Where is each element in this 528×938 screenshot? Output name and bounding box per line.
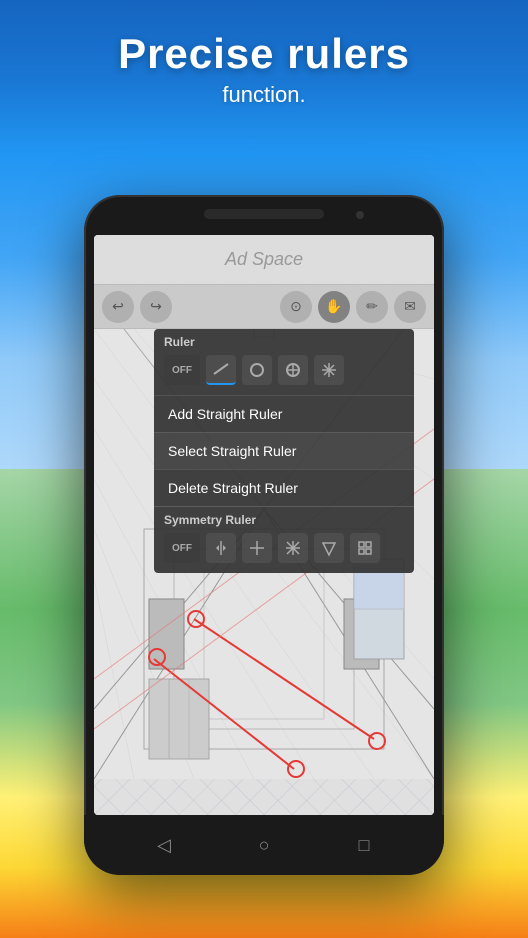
ellipse-ruler-icon-btn[interactable] bbox=[278, 355, 308, 385]
sym-mirror-btn[interactable] bbox=[206, 533, 236, 563]
symmetry-section: Symmetry Ruler OFF bbox=[154, 506, 414, 573]
page-subtitle: function. bbox=[0, 82, 528, 108]
nav-home-button[interactable]: ○ bbox=[246, 827, 282, 863]
hand-button[interactable]: ✋ bbox=[318, 291, 350, 323]
phone-screen: Ad Space ↩ ↪ ⊙ ✋ ✏ ✉ Ruler OFF bbox=[94, 235, 434, 815]
nav-recent-button[interactable]: □ bbox=[346, 827, 382, 863]
phone-frame: Ad Space ↩ ↪ ⊙ ✋ ✏ ✉ Ruler OFF bbox=[84, 195, 444, 875]
screen-content: Ad Space ↩ ↪ ⊙ ✋ ✏ ✉ Ruler OFF bbox=[94, 235, 434, 815]
phone-top-bar bbox=[204, 209, 324, 219]
sym-grid-btn[interactable] bbox=[350, 533, 380, 563]
add-straight-ruler-item[interactable]: Add Straight Ruler bbox=[154, 395, 414, 432]
symmetry-off-button[interactable]: OFF bbox=[164, 533, 200, 563]
sym-radial-btn[interactable] bbox=[278, 533, 308, 563]
ad-space-label: Ad Space bbox=[225, 249, 303, 270]
delete-straight-ruler-item[interactable]: Delete Straight Ruler bbox=[154, 469, 414, 506]
redo-button[interactable]: ↪ bbox=[140, 291, 172, 323]
sym-cross-btn[interactable] bbox=[242, 533, 272, 563]
ruler-dropdown-menu: Ruler OFF bbox=[154, 329, 414, 573]
undo-button[interactable]: ↩ bbox=[102, 291, 134, 323]
page-title: Precise rulers bbox=[0, 30, 528, 78]
ruler-icon-row: OFF bbox=[164, 355, 404, 391]
tool1-button[interactable]: ⊙ bbox=[280, 291, 312, 323]
toolbar: ↩ ↪ ⊙ ✋ ✏ ✉ bbox=[94, 285, 434, 329]
nav-back-button[interactable]: ◁ bbox=[146, 827, 182, 863]
symmetry-icon-row: OFF bbox=[164, 533, 404, 569]
ruler-section-title: Ruler bbox=[164, 335, 404, 349]
pencil-button[interactable]: ✏ bbox=[356, 291, 388, 323]
phone-camera bbox=[356, 211, 364, 219]
symmetry-section-title: Symmetry Ruler bbox=[164, 513, 404, 527]
header: Precise rulers function. bbox=[0, 30, 528, 108]
straight-ruler-icon-btn[interactable] bbox=[206, 355, 236, 385]
circle-ruler-icon-btn[interactable] bbox=[242, 355, 272, 385]
star-ruler-icon-btn[interactable] bbox=[314, 355, 344, 385]
sym-fan-btn[interactable] bbox=[314, 533, 344, 563]
phone-nav: ◁ ○ □ bbox=[84, 815, 444, 875]
ad-space-bar: Ad Space bbox=[94, 235, 434, 285]
ruler-off-button[interactable]: OFF bbox=[164, 355, 200, 385]
ruler-section: Ruler OFF bbox=[154, 329, 414, 395]
select-straight-ruler-item[interactable]: Select Straight Ruler bbox=[154, 432, 414, 469]
save-button[interactable]: ✉ bbox=[394, 291, 426, 323]
